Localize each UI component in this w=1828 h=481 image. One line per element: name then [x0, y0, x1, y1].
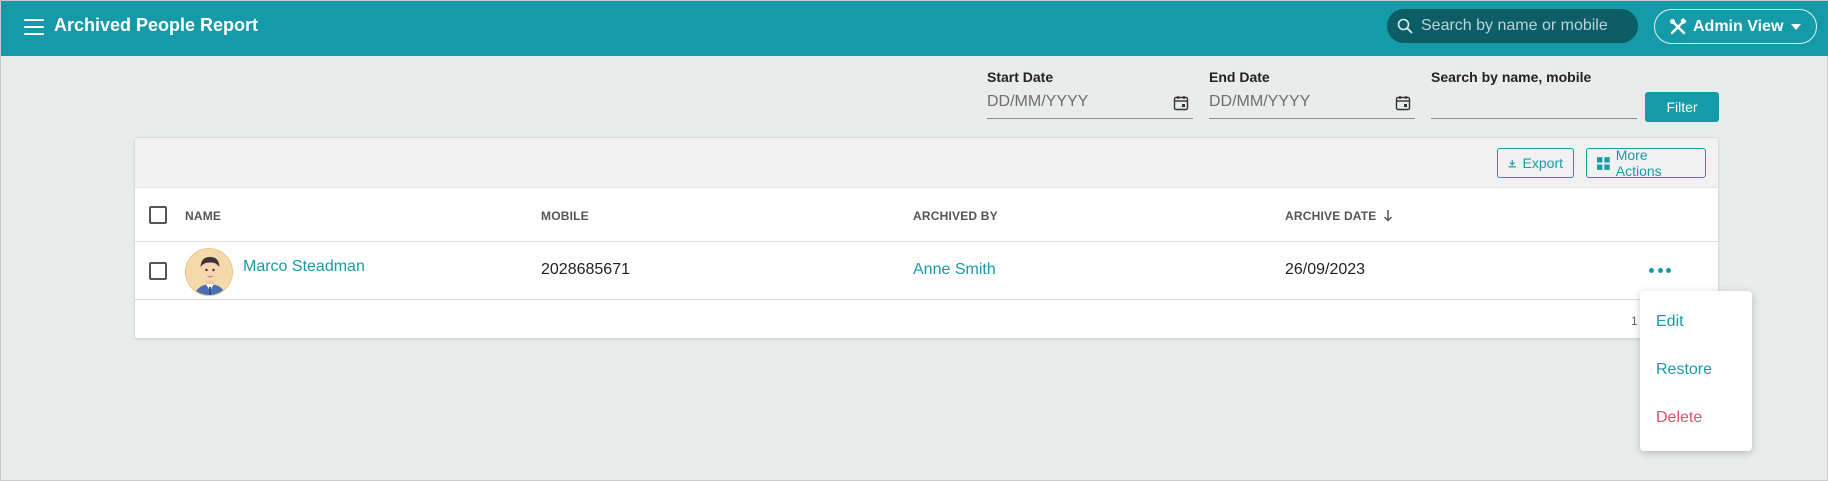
table-row[interactable]: Marco Steadman 2028685671 Anne Smith 26/… [135, 242, 1718, 300]
row-actions-menu: Edit Restore Delete [1640, 291, 1752, 451]
select-all-checkbox[interactable] [149, 206, 167, 224]
pagination-text: 1 [1631, 314, 1638, 328]
archived-by-link[interactable]: Anne Smith [913, 261, 996, 279]
row-select-checkbox[interactable] [149, 262, 167, 280]
restore-menu-item[interactable]: Restore [1656, 361, 1712, 379]
hamburger-menu-icon[interactable] [23, 17, 45, 37]
admin-view-label: Admin View [1693, 17, 1784, 35]
edit-menu-item[interactable]: Edit [1656, 313, 1684, 331]
page-title: Archived People Report [54, 15, 259, 35]
header-search-box[interactable] [1387, 9, 1638, 43]
avatar [185, 248, 233, 296]
column-header-mobile[interactable]: MOBILE [541, 209, 589, 223]
export-label: Export [1522, 155, 1563, 171]
filter-button[interactable]: Filter [1645, 92, 1719, 122]
end-date-label: End Date [1209, 69, 1270, 85]
name-mobile-search-field: Search by name, mobile [1431, 69, 1637, 119]
person-name-link[interactable]: Marco Steadman [243, 258, 365, 276]
column-header-archived-by[interactable]: ARCHIVED BY [913, 209, 998, 223]
table-toolbar: Export More Actions [135, 138, 1718, 188]
start-date-label: Start Date [987, 69, 1054, 85]
mobile-cell: 2028685671 [541, 261, 630, 278]
more-actions-label: More Actions [1615, 147, 1662, 179]
header-search-input[interactable] [1421, 17, 1631, 35]
top-app-bar: Archived People Report Admin View [1, 1, 1828, 56]
export-button[interactable]: Export [1497, 148, 1574, 178]
end-date-field: End Date [1209, 69, 1415, 119]
archive-date-header-label: ARCHIVE DATE [1285, 209, 1377, 223]
archive-date-cell: 26/09/2023 [1285, 261, 1366, 278]
name-mobile-search-input[interactable] [1431, 91, 1637, 111]
search-icon [1397, 18, 1413, 34]
archived-people-table-card: Export More Actions NAME MOBILE ARCHIVED… [134, 137, 1719, 339]
name-mobile-search-label: Search by name, mobile [1431, 69, 1592, 85]
end-date-input[interactable] [1209, 91, 1415, 111]
start-date-input[interactable] [987, 91, 1193, 111]
column-header-name[interactable]: NAME [185, 209, 221, 223]
person-avatar-icon [186, 249, 232, 295]
grid-icon [1597, 156, 1610, 170]
more-actions-button[interactable]: More Actions [1586, 147, 1706, 179]
admin-view-dropdown[interactable]: Admin View [1654, 9, 1817, 44]
start-date-field: Start Date [987, 69, 1193, 119]
calendar-icon[interactable] [1395, 95, 1411, 111]
tools-icon [1670, 17, 1687, 34]
row-actions-more-icon[interactable] [1649, 264, 1671, 276]
calendar-icon[interactable] [1173, 95, 1189, 111]
delete-menu-item[interactable]: Delete [1656, 409, 1702, 427]
column-header-archive-date[interactable]: ARCHIVE DATE [1285, 209, 1393, 223]
chevron-down-icon [1791, 23, 1802, 30]
table-header-row: NAME MOBILE ARCHIVED BY ARCHIVE DATE [135, 188, 1718, 242]
download-icon [1508, 159, 1516, 167]
sort-descending-icon[interactable] [1383, 210, 1393, 222]
